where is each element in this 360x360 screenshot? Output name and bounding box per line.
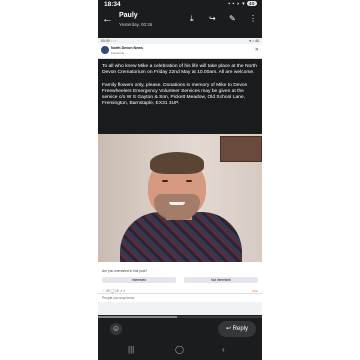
share-icon[interactable]: ↪ <box>209 15 216 23</box>
not-interested-button: Not interested <box>184 277 258 283</box>
signal-icons: ▪ ▪ ◗ ▾ <box>228 1 246 7</box>
post-date: Facebook · ◦ <box>111 51 128 55</box>
photo-smile <box>169 202 185 205</box>
divider <box>98 293 262 294</box>
recents-icon[interactable]: ||| <box>128 346 134 354</box>
edit-icon[interactable]: ✎ <box>229 15 236 23</box>
download-icon[interactable]: ⤓ <box>190 15 194 23</box>
phone-screen: 18:34 ▪ ▪ ◗ ▾ 40 ← Pauly Yesterday, 00:3… <box>98 0 262 360</box>
status-time: 18:34 <box>104 1 121 8</box>
suggestion-prompt: People you may know <box>102 296 135 300</box>
photo-eye-left <box>162 180 168 182</box>
reply-icon: ↩ <box>225 326 231 332</box>
page-avatar <box>101 46 109 54</box>
post-header: North Devon News Facebook · ◦ ✕ <box>98 44 262 59</box>
post-paragraph-2: Family flowers only, please. Donations i… <box>102 82 248 107</box>
more-icon[interactable]: ⋮ <box>249 15 257 23</box>
photo-eye-right <box>186 180 192 182</box>
post-paragraph-1: To all who knew Mike a celebration of hi… <box>102 64 257 76</box>
status-bar: 18:34 ▪ ▪ ◗ ▾ 40 <box>98 0 262 9</box>
battery-icon: 40 <box>246 1 257 6</box>
message-actions: ☺ ↩ Reply <box>98 318 262 342</box>
interested-button: Interested <box>102 277 176 283</box>
status-icons: ▪ ▪ ◗ ▾ 40 <box>228 1 257 7</box>
post-survey: Are you interested in this post? Interes… <box>98 262 262 302</box>
page-name: North Devon News <box>111 46 143 50</box>
reply-button[interactable]: ↩ Reply <box>218 321 256 337</box>
picture-frame <box>220 136 262 162</box>
back-icon[interactable]: ‹ <box>222 346 225 354</box>
photo-hair <box>150 152 204 174</box>
back-arrow-icon[interactable]: ← <box>102 14 113 25</box>
screenshot-status-left: 00:00 ◦ ◦ ◦ <box>101 39 117 43</box>
system-navigation: ||| ◯ ‹ <box>98 343 262 360</box>
survey-question: Are you interested in this post? <box>102 269 148 273</box>
add-reaction-icon[interactable]: ☺ <box>110 323 122 335</box>
shared-screenshot[interactable]: 00:00 ◦ ◦ ◦ ▾ ◗ 40 North Devon News Face… <box>98 38 262 315</box>
post-text: To all who knew Mike a celebration of hi… <box>98 59 262 134</box>
post-photo <box>98 134 262 262</box>
message-timestamp: Yesterday, 00:36 <box>119 22 153 27</box>
reply-label: Reply <box>232 326 249 332</box>
message-header: ← Pauly Yesterday, 00:36 ⤓ ↪ ✎ ⋮ <box>98 9 262 33</box>
close-icon: ✕ <box>254 47 259 53</box>
home-icon[interactable]: ◯ <box>175 346 184 354</box>
contact-name: Pauly <box>119 12 138 19</box>
